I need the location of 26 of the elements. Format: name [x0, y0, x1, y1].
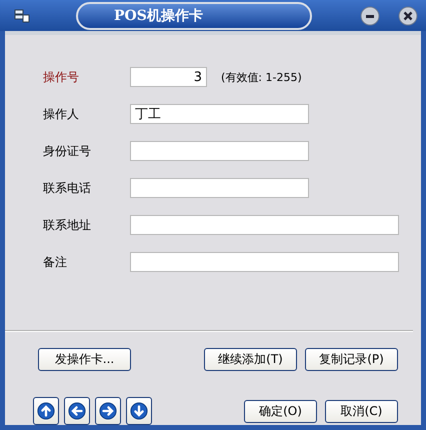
hint-text: (有效值: 1-255) — [221, 70, 302, 84]
minimize-button[interactable] — [360, 6, 380, 26]
arrow-up-button[interactable] — [33, 397, 59, 425]
dialog-button[interactable]: 取消(C) — [325, 400, 398, 422]
field-label: 操作人 — [43, 106, 80, 122]
input-field[interactable] — [130, 178, 309, 198]
dialog-button[interactable]: 发操作卡... — [38, 348, 131, 371]
arrow-down-button[interactable] — [126, 397, 152, 425]
field-label: 身份证号 — [43, 142, 92, 160]
input-field[interactable]: 3 — [130, 67, 207, 87]
field-label: 备注 — [43, 254, 68, 270]
input-field[interactable] — [130, 141, 309, 161]
input-field[interactable] — [130, 252, 399, 272]
app-icon — [14, 8, 30, 22]
arrow-left-button[interactable] — [64, 397, 90, 425]
input-field[interactable] — [130, 215, 399, 235]
window-title: POS机操作卡 — [114, 6, 203, 24]
close-button[interactable] — [398, 6, 418, 26]
field-label: 联系地址 — [43, 216, 92, 234]
dialog-button[interactable]: 确定(O) — [244, 400, 317, 422]
dialog-button[interactable]: 继续添加(T) — [204, 348, 297, 371]
field-label: 联系电话 — [43, 180, 92, 196]
arrow-right-button[interactable] — [95, 397, 121, 425]
dialog-button[interactable]: 复制记录(P) — [305, 348, 398, 371]
field-label: 操作号 — [43, 68, 80, 86]
input-field[interactable]: 丁工 — [130, 104, 309, 124]
